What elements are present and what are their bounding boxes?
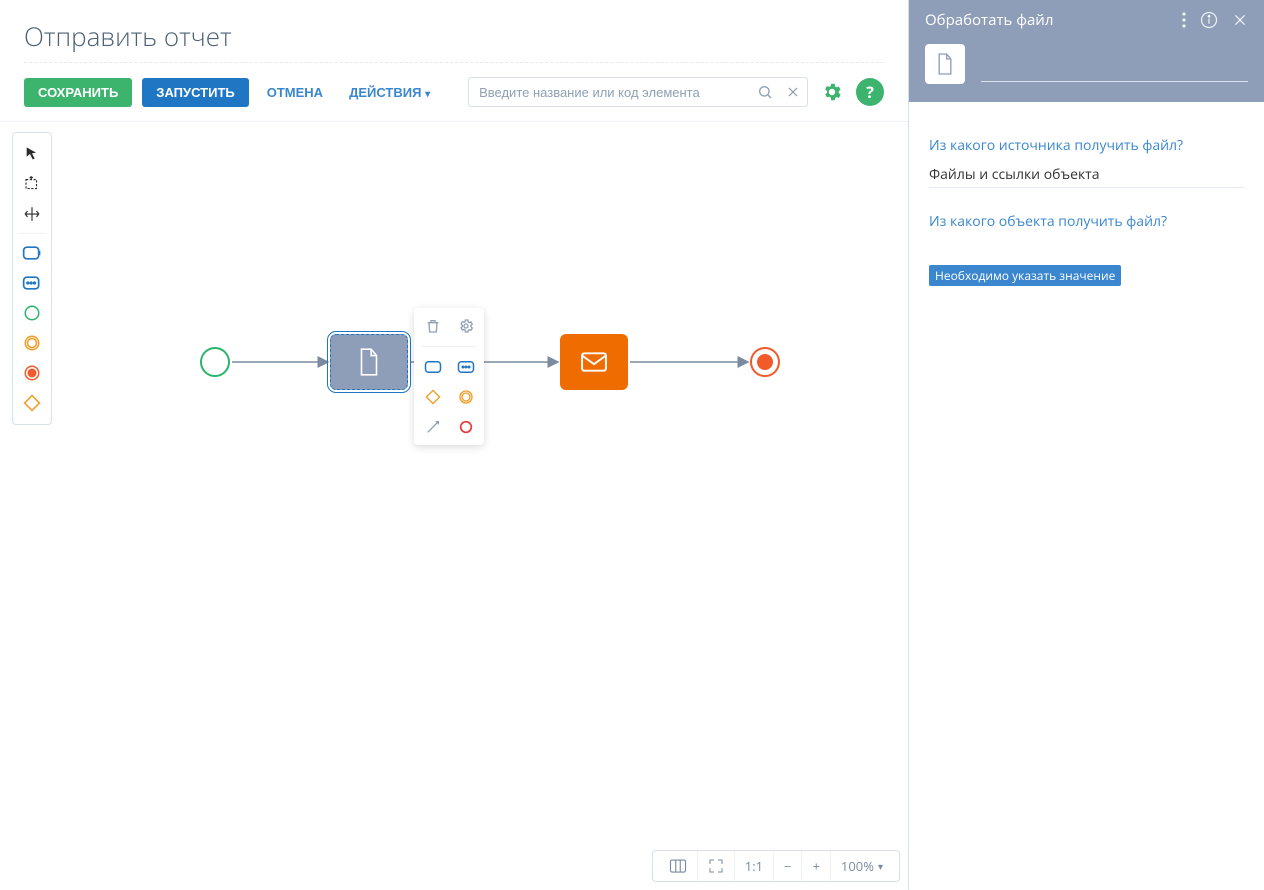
popover-separator (422, 346, 476, 347)
canvas-statusbar: 1:1 − + 100% ▾ (652, 850, 900, 882)
end-event-icon[interactable] (18, 359, 46, 387)
actions-label: ДЕЙСТВИЯ (349, 85, 421, 100)
start-node[interactable] (200, 347, 230, 377)
add-subprocess-icon[interactable] (456, 357, 476, 377)
gateway-shape-icon[interactable] (18, 389, 46, 417)
add-gateway-icon[interactable] (423, 387, 443, 407)
caret-down-icon: ▾ (878, 859, 883, 873)
toggle-panels-icon[interactable] (659, 851, 697, 881)
cancel-button[interactable]: ОТМЕНА (259, 78, 331, 107)
pointer-tool-icon[interactable] (18, 140, 46, 168)
search-input[interactable] (469, 85, 751, 100)
actions-dropdown[interactable]: ДЕЙСТВИЯ ▾ (341, 78, 438, 107)
start-event-icon[interactable] (18, 299, 46, 327)
close-panel-icon[interactable] (1232, 12, 1248, 28)
zoom-level-label: 100% (841, 857, 874, 875)
properties-panel: Обработать файл Из како (908, 0, 1264, 890)
mail-icon (581, 352, 607, 372)
subprocess-shape-icon[interactable] (18, 269, 46, 297)
main-toolbar: СОХРАНИТЬ ЗАПУСТИТЬ ОТМЕНА ДЕЙСТВИЯ ▾ ? (0, 63, 908, 121)
more-menu-icon[interactable] (1182, 12, 1186, 28)
zoom-reset-button[interactable]: 1:1 (734, 851, 773, 881)
node-type-thumbnail (925, 44, 965, 84)
panel-header: Обработать файл (909, 0, 1264, 102)
validation-warning: Необходимо указать значение (929, 265, 1121, 286)
zoom-level-dropdown[interactable]: 100% ▾ (830, 851, 893, 881)
configure-icon[interactable] (456, 316, 476, 336)
document-icon (356, 347, 382, 377)
end-node[interactable] (750, 347, 780, 377)
add-intermediate-event-icon[interactable] (456, 387, 476, 407)
field-source-value[interactable]: Файлы и ссылки объекта (929, 161, 1244, 188)
pan-tool-icon[interactable] (18, 200, 46, 228)
clear-search-icon[interactable] (779, 78, 807, 106)
node-name-input[interactable] (981, 46, 1248, 82)
add-task-icon[interactable] (423, 357, 443, 377)
tool-palette (12, 132, 52, 425)
send-mail-node[interactable] (560, 334, 628, 390)
lasso-tool-icon[interactable] (18, 170, 46, 198)
fit-to-screen-icon[interactable] (697, 851, 734, 881)
settings-icon[interactable] (818, 78, 846, 106)
help-icon[interactable]: ? (856, 78, 884, 106)
info-icon[interactable] (1200, 11, 1218, 29)
search-box (468, 77, 808, 107)
intermediate-event-icon[interactable] (18, 329, 46, 357)
task-shape-icon[interactable] (18, 239, 46, 267)
add-end-event-icon[interactable] (456, 417, 476, 437)
run-button[interactable]: ЗАПУСТИТЬ (142, 78, 248, 107)
palette-separator (18, 233, 46, 234)
caret-down-icon: ▾ (425, 89, 430, 100)
panel-title: Обработать файл (925, 10, 1053, 30)
save-button[interactable]: СОХРАНИТЬ (24, 78, 132, 107)
process-diagram (190, 322, 800, 402)
canvas[interactable]: 1:1 − + 100% ▾ (0, 121, 908, 890)
field-object-label: Из какого объекта получить файл? (929, 212, 1244, 231)
flow-connectors (190, 322, 810, 402)
panel-body: Из какого источника получить файл? Файлы… (909, 102, 1264, 316)
zoom-in-button[interactable]: + (801, 851, 829, 881)
page-title: Отправить отчет (24, 18, 908, 54)
add-connector-icon[interactable] (423, 417, 443, 437)
zoom-out-button[interactable]: − (773, 851, 801, 881)
process-file-node[interactable] (330, 334, 408, 390)
node-toolbar (414, 308, 484, 445)
delete-icon[interactable] (423, 316, 443, 336)
document-icon (935, 52, 955, 76)
field-source-label: Из какого источника получить файл? (929, 136, 1244, 155)
search-icon[interactable] (751, 78, 779, 106)
